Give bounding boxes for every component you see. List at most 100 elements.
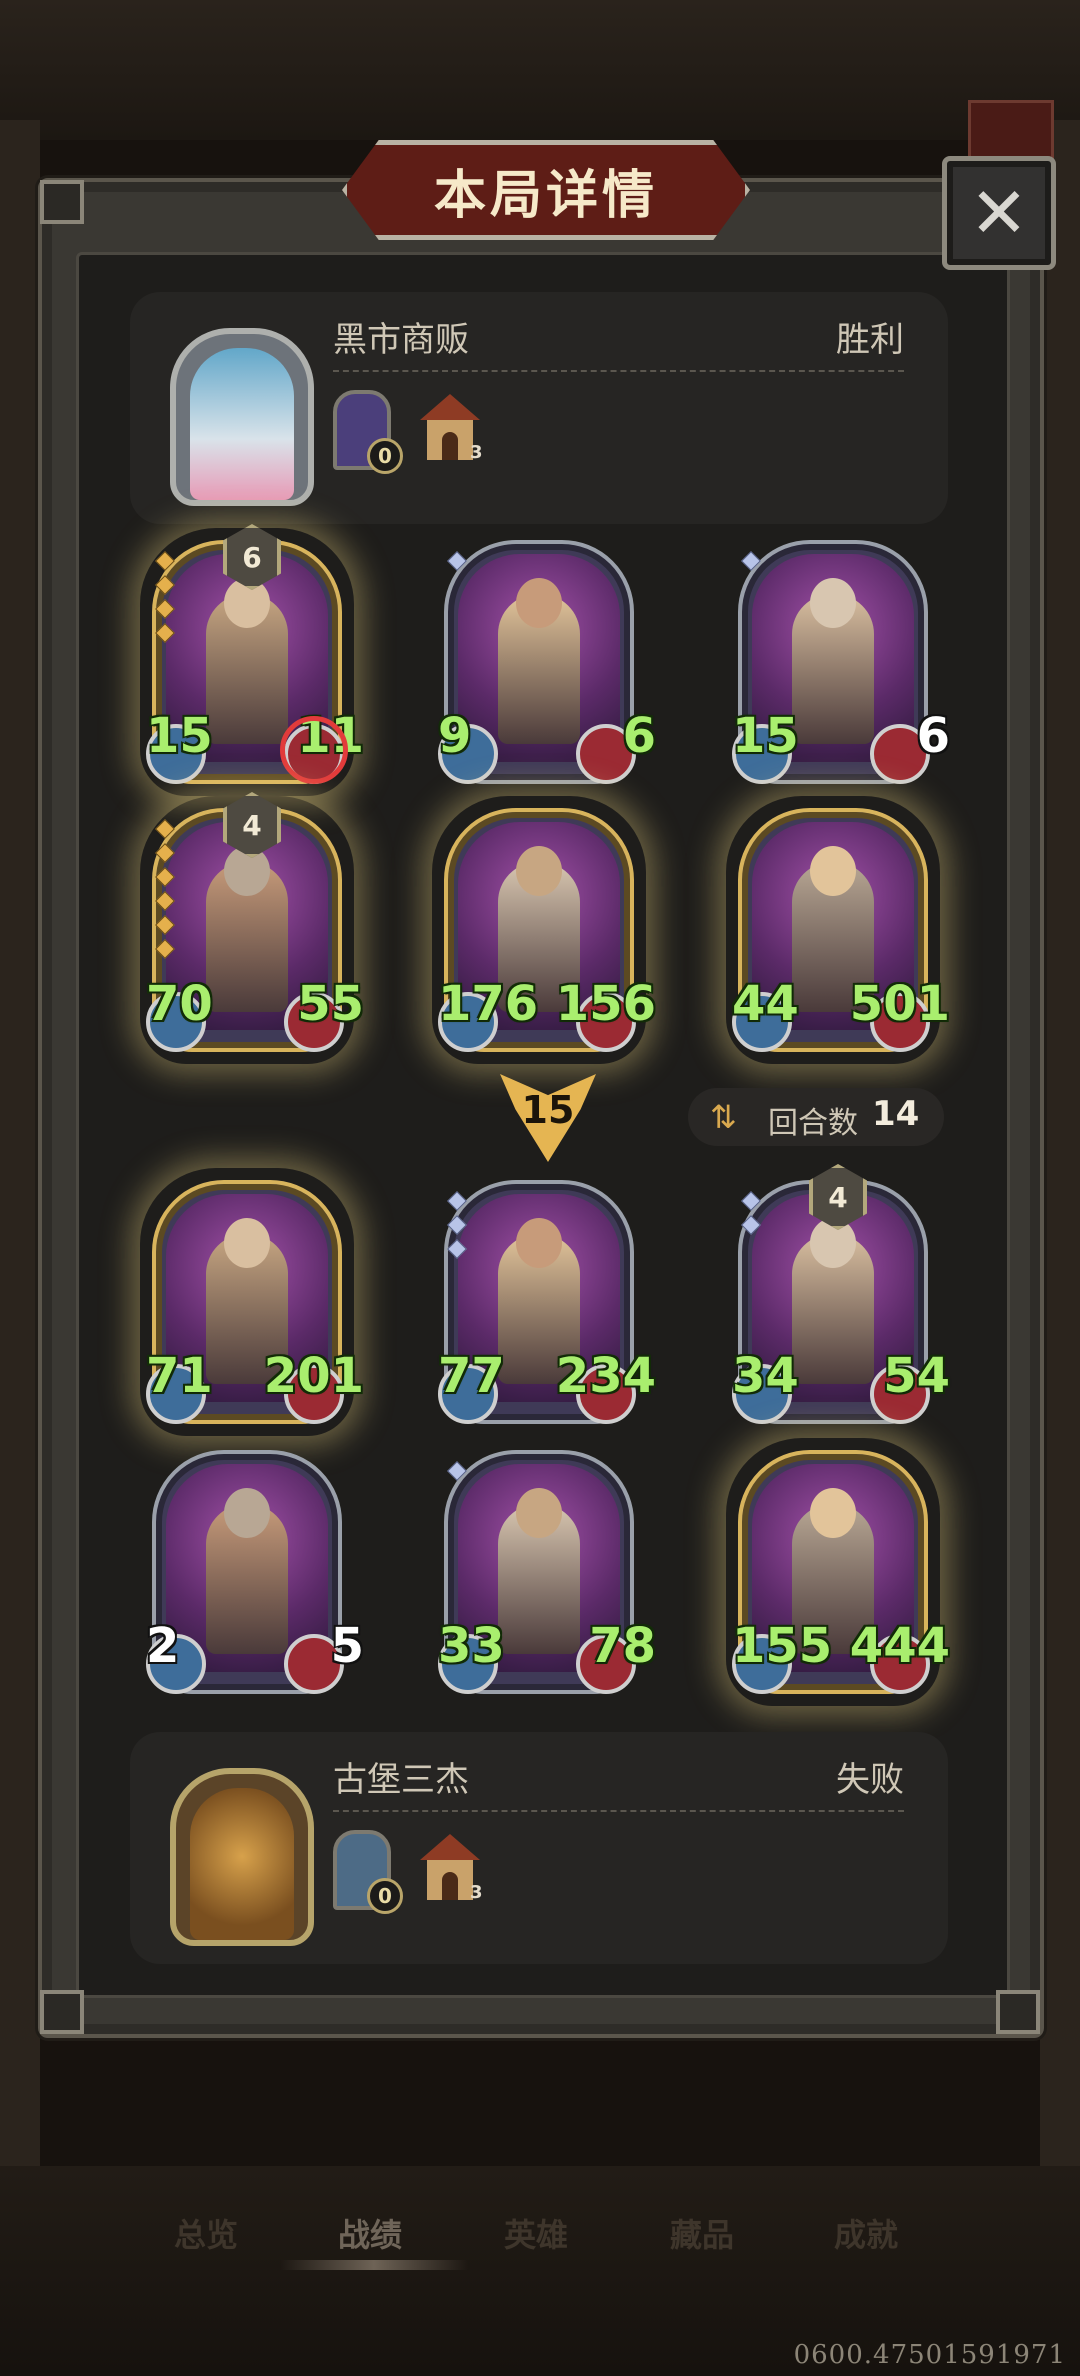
star-pip	[155, 843, 175, 863]
frame-corner	[40, 180, 84, 224]
attack-value: 15	[146, 708, 213, 764]
attack-value: 2	[146, 1618, 180, 1674]
star-pips	[447, 1191, 467, 1266]
attack-value: 71	[146, 1348, 213, 1404]
right-edge	[1040, 120, 1080, 2170]
frame-corner	[996, 1990, 1040, 2034]
star-pip	[447, 1461, 467, 1481]
round-counter: ⇅ 回合数 14	[688, 1088, 944, 1146]
close-button[interactable]: ✕	[942, 156, 1056, 270]
minion-card-viking-warrior[interactable]: 44 501	[732, 808, 950, 1052]
star-pip	[155, 551, 175, 571]
attack-value: 9	[438, 708, 472, 764]
target-icon	[280, 716, 348, 784]
health-value: 501	[849, 976, 950, 1032]
tab-achievements[interactable]: 成就	[834, 2210, 898, 2256]
attack-value: 155	[732, 1618, 833, 1674]
tab-record[interactable]: 战绩	[338, 2210, 402, 2256]
left-edge	[0, 120, 40, 2170]
minion-card-archer[interactable]: 71 201	[146, 1180, 364, 1424]
star-pip	[447, 1239, 467, 1259]
divider	[333, 370, 904, 372]
close-icon: ✕	[969, 172, 1029, 254]
player-avatar[interactable]	[170, 328, 314, 506]
attack-value: 77	[438, 1348, 505, 1404]
tab-heroes[interactable]: 英雄	[504, 2210, 568, 2256]
star-pip	[447, 1215, 467, 1235]
player-panel-bottom: 古堡三杰 失败 0 3	[130, 1732, 948, 1964]
player-avatar[interactable]	[170, 1768, 314, 1946]
frame-corner	[40, 1990, 84, 2034]
minion-card-sword-knight[interactable]: 6 15 11	[146, 524, 364, 784]
minion-card-valkyrie[interactable]: 176 156	[438, 808, 656, 1052]
health-value: 156	[555, 976, 656, 1032]
health-value: 6	[622, 708, 656, 764]
star-pip	[155, 819, 175, 839]
attack-value: 33	[438, 1618, 505, 1674]
minion-card-pirate-bandana[interactable]: 4 70 55	[146, 792, 364, 1052]
round-value: 14	[872, 1094, 920, 1134]
minion-card-shield-warrior[interactable]: 4 34 54	[732, 1164, 950, 1424]
door-icon: 0	[333, 1830, 403, 1914]
health-value: 201	[263, 1348, 364, 1404]
star-pips	[741, 1191, 761, 1242]
star-pip	[741, 1215, 761, 1235]
star-pips	[741, 551, 761, 578]
star-pip	[155, 599, 175, 619]
star-pip	[447, 1191, 467, 1211]
minion-card-blacksmith-girl[interactable]: 155 444	[732, 1450, 950, 1694]
health-value: 55	[297, 976, 364, 1032]
star-pip	[741, 551, 761, 571]
star-pip	[447, 551, 467, 571]
attack-value: 70	[146, 976, 213, 1032]
bottom-nav: 总览 战绩 英雄 藏品 成就	[0, 2210, 1080, 2254]
star-pips	[155, 551, 175, 650]
door-icon: 0	[333, 390, 403, 474]
divider	[333, 1810, 904, 1812]
star-pip	[741, 1191, 761, 1211]
minion-card-pirate-captain[interactable]: 96	[438, 540, 656, 784]
tab-collection[interactable]: 藏品	[670, 2210, 734, 2256]
house-icon: 3	[420, 1834, 483, 1903]
star-pips	[447, 551, 467, 578]
round-label: 回合数	[768, 1106, 858, 1141]
minion-card-engineer-pair[interactable]: 77 234	[438, 1180, 656, 1424]
swap-icon: ⇅	[710, 1098, 737, 1136]
turn-badge-number: 15	[521, 1088, 575, 1132]
health-value: 54	[883, 1348, 950, 1404]
star-pip	[155, 891, 175, 911]
dialog-title: 本局详情	[433, 165, 658, 226]
top-background	[0, 0, 1080, 140]
health-value: 444	[849, 1618, 950, 1674]
player-name: 古堡三杰	[333, 1760, 469, 1800]
tab-overview[interactable]: 总览	[174, 2210, 238, 2256]
star-pips	[447, 1461, 467, 1488]
star-pip	[155, 623, 175, 643]
item-count: 3	[470, 442, 483, 463]
item-count: 0	[367, 438, 403, 474]
house-icon: 3	[420, 394, 483, 463]
player-result: 胜利	[836, 320, 904, 360]
attack-value: 44	[732, 976, 799, 1032]
item-count: 3	[470, 1882, 483, 1903]
attack-value: 34	[732, 1348, 799, 1404]
health-value: 5	[330, 1618, 364, 1674]
star-pip	[155, 867, 175, 887]
attack-value: 176	[438, 976, 539, 1032]
health-value: 6	[916, 708, 950, 764]
star-pips	[155, 819, 175, 966]
minion-card-purple-brawler[interactable]: 25	[146, 1450, 364, 1694]
star-pip	[155, 915, 175, 935]
star-pip	[155, 939, 175, 959]
player-result: 失败	[836, 1760, 904, 1800]
player-panel-top: 黑市商贩 胜利 0 3	[130, 292, 948, 524]
star-pip	[155, 575, 175, 595]
minion-card-armored-paladin[interactable]: 33 78	[438, 1450, 656, 1694]
version-text: 0600.47501591971	[793, 2340, 1066, 2370]
minion-card-armored-paladin[interactable]: 15 6	[732, 540, 950, 784]
item-count: 0	[367, 1878, 403, 1914]
player-name: 黑市商贩	[333, 320, 469, 360]
health-value: 78	[589, 1618, 656, 1674]
dialog-title-plate: 本局详情	[342, 140, 750, 240]
health-value: 234	[555, 1348, 656, 1404]
